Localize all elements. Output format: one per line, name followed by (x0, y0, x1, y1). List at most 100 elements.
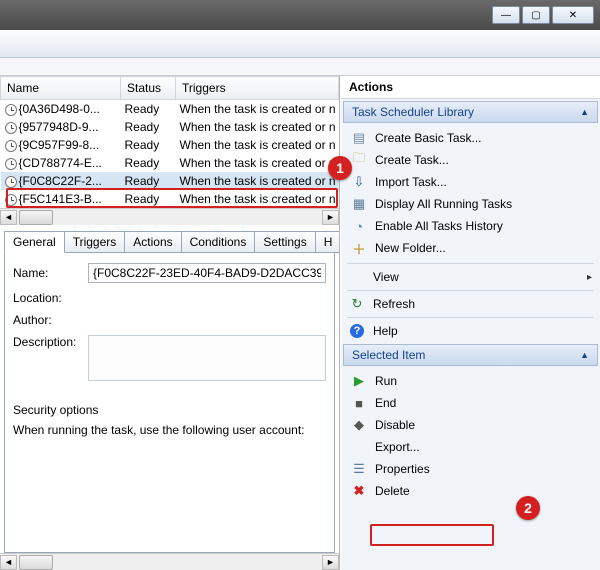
table-row[interactable]: {9577948D-9...ReadyWhen the task is crea… (1, 118, 339, 136)
tab-conditions[interactable]: Conditions (181, 231, 256, 253)
group-task-scheduler-library[interactable]: Task Scheduler Library ▲ (343, 101, 598, 123)
window-close-button[interactable]: ✕ (552, 6, 594, 24)
clock-icon (5, 122, 17, 134)
create_task-icon (351, 152, 367, 168)
tab-history[interactable]: H (315, 231, 339, 253)
action-label: Display All Running Tasks (375, 197, 512, 211)
help-icon (349, 323, 365, 339)
action-export[interactable]: Export... (343, 436, 598, 458)
action-label: Properties (375, 462, 430, 476)
col-triggers[interactable]: Triggers (176, 77, 339, 100)
collapse-icon[interactable]: ▲ (580, 350, 589, 360)
tab-body-general: Name: Location: Author: Description: Sec… (4, 252, 335, 553)
cell-trigger: When the task is created or n (176, 172, 339, 190)
action-properties[interactable]: Properties (343, 458, 598, 480)
action-label: Create Task... (375, 153, 449, 167)
task-table[interactable]: Name Status Triggers {0A36D498-0...Ready… (0, 76, 339, 208)
task-list-hscroll[interactable]: ◄ ► (0, 208, 339, 225)
new_folder-icon (351, 240, 367, 256)
action-end[interactable]: End (343, 392, 598, 414)
description-label: Description: (13, 335, 88, 349)
cell-status: Ready (121, 154, 176, 172)
action-enable_history[interactable]: Enable All Tasks History (343, 215, 598, 237)
tab-general[interactable]: General (4, 231, 65, 253)
scroll-left-arrow[interactable]: ◄ (0, 555, 17, 570)
col-status[interactable]: Status (121, 77, 176, 100)
description-field[interactable] (88, 335, 326, 381)
action-label: View (373, 270, 399, 284)
cell-status: Ready (121, 100, 176, 119)
cell-trigger: When the task is created or n (176, 118, 339, 136)
action-label: Import Task... (375, 175, 447, 189)
cell-status: Ready (121, 118, 176, 136)
create_basic-icon (351, 130, 367, 146)
window-titlebar: — ▢ ✕ (0, 0, 600, 30)
cell-trigger: When the task is created or n (176, 136, 339, 154)
author-label: Author: (13, 313, 88, 327)
action-label: End (375, 396, 396, 410)
tab-actions[interactable]: Actions (124, 231, 181, 253)
table-row[interactable]: {0A36D498-0...ReadyWhen the task is crea… (1, 100, 339, 119)
scroll-right-arrow[interactable]: ► (322, 210, 339, 225)
clock-icon (5, 176, 17, 188)
enable_history-icon (351, 218, 367, 234)
actions-pane-title: Actions (341, 76, 600, 99)
action-help[interactable]: Help (341, 320, 600, 342)
tab-triggers[interactable]: Triggers (64, 231, 126, 253)
cell-status: Ready (121, 136, 176, 154)
cell-name: {F5C141E3-B... (1, 190, 121, 208)
action-label: Export... (375, 440, 420, 454)
actions-pane: Actions Task Scheduler Library ▲ Create … (340, 76, 600, 570)
name-field[interactable] (88, 263, 326, 283)
window-minimize-button[interactable]: — (492, 6, 520, 24)
cell-name: {9577948D-9... (1, 118, 121, 136)
group1-label: Task Scheduler Library (352, 105, 474, 119)
action-label: Create Basic Task... (375, 131, 482, 145)
content-strip (0, 58, 600, 76)
group2-list: Run End Disable Export... Properties Delete (341, 368, 600, 504)
action-refresh[interactable]: Refresh (341, 293, 600, 315)
detail-hscroll[interactable]: ◄ ► (0, 553, 339, 570)
action-label: Enable All Tasks History (375, 219, 503, 233)
action-run[interactable]: Run (343, 370, 598, 392)
scroll-thumb[interactable] (19, 555, 53, 570)
action-label: Help (373, 324, 398, 338)
action-import_task[interactable]: Import Task... (343, 171, 598, 193)
detail-tabs: General Triggers Actions Conditions Sett… (4, 231, 335, 253)
clock-icon (5, 104, 17, 116)
cell-trigger: When the task is created or n (176, 154, 339, 172)
toolbar-strip (0, 30, 600, 58)
table-row[interactable]: {CD788774-E...ReadyWhen the task is crea… (1, 154, 339, 172)
action-create_task[interactable]: Create Task... (343, 149, 598, 171)
tab-settings[interactable]: Settings (254, 231, 315, 253)
group2-label: Selected Item (352, 348, 425, 362)
location-label: Location: (13, 291, 88, 305)
display_running-icon (351, 196, 367, 212)
view-icon (349, 269, 365, 285)
separator (347, 317, 594, 318)
window-maximize-button[interactable]: ▢ (522, 6, 550, 24)
separator (347, 290, 594, 291)
group1-list: Create Basic Task... Create Task... Import… (341, 125, 600, 261)
scroll-thumb[interactable] (19, 210, 53, 225)
action-new_folder[interactable]: New Folder... (343, 237, 598, 259)
table-row[interactable]: {F0C8C22F-2...ReadyWhen the task is crea… (1, 172, 339, 190)
action-display_running[interactable]: Display All Running Tasks (343, 193, 598, 215)
action-view[interactable]: View (341, 266, 600, 288)
cell-trigger: When the task is created or n (176, 190, 339, 208)
scroll-right-arrow[interactable]: ► (322, 555, 339, 570)
collapse-icon[interactable]: ▲ (580, 107, 589, 117)
action-delete[interactable]: Delete (343, 480, 598, 502)
clock-icon (5, 158, 17, 170)
group-selected-item[interactable]: Selected Item ▲ (343, 344, 598, 366)
action-create_basic[interactable]: Create Basic Task... (343, 127, 598, 149)
cell-name: {0A36D498-0... (1, 100, 121, 119)
table-row[interactable]: {F5C141E3-B...ReadyWhen the task is crea… (1, 190, 339, 208)
cell-status: Ready (121, 190, 176, 208)
scroll-left-arrow[interactable]: ◄ (0, 210, 17, 225)
cell-status: Ready (121, 172, 176, 190)
col-name[interactable]: Name (1, 77, 121, 100)
action-disable[interactable]: Disable (343, 414, 598, 436)
import_task-icon (351, 174, 367, 190)
table-row[interactable]: {9C957F99-8...ReadyWhen the task is crea… (1, 136, 339, 154)
